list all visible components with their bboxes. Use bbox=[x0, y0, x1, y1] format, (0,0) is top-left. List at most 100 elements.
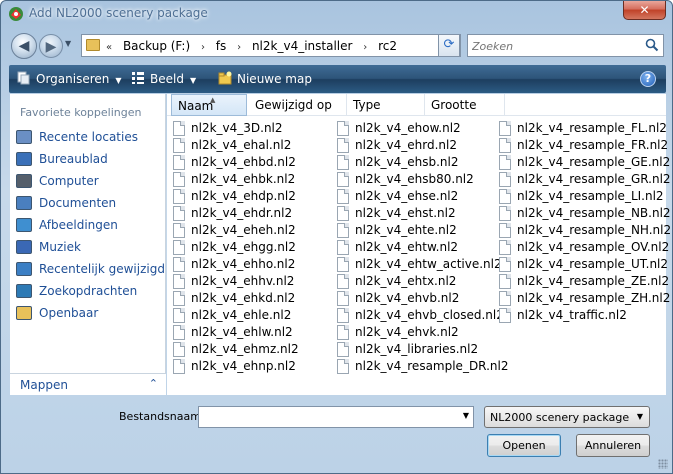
file-name: nl2k_v4_eheh.nl2 bbox=[191, 223, 296, 237]
nav-item[interactable]: Afbeeldingen bbox=[14, 216, 162, 235]
file-name: nl2k_v4_resample_FR.nl2 bbox=[517, 138, 669, 152]
nav-item-label: Bureaublad bbox=[39, 152, 108, 166]
address-bar[interactable]: « Backup (F:) › fs › nl2k_v4_installer ›… bbox=[81, 34, 461, 57]
file-icon bbox=[499, 206, 511, 221]
file-name: nl2k_v4_ehsb.nl2 bbox=[355, 155, 459, 169]
folders-toggle[interactable]: Mappen ⌃ bbox=[10, 373, 166, 395]
filename-label: Bestandsnaam: bbox=[119, 410, 205, 423]
file-icon bbox=[337, 291, 349, 306]
file-name: nl2k_v4_ehtw_active.nl2 bbox=[355, 257, 502, 271]
window-title: Add NL2000 scenery package bbox=[29, 6, 208, 20]
file-icon bbox=[337, 308, 349, 323]
file-name: nl2k_v4_ehvk.nl2 bbox=[355, 325, 459, 339]
file-icon bbox=[337, 189, 349, 204]
column-header-label: Naam bbox=[178, 99, 214, 113]
filename-dropdown-icon[interactable]: ▼ bbox=[463, 411, 469, 420]
file-icon bbox=[499, 274, 511, 289]
cancel-button[interactable]: Annuleren bbox=[576, 434, 650, 457]
music-icon bbox=[16, 240, 32, 254]
file-name: nl2k_v4_resample_DR.nl2 bbox=[355, 359, 509, 373]
search-box[interactable] bbox=[467, 34, 664, 57]
breadcrumb-item[interactable]: Backup (F:) bbox=[123, 39, 190, 53]
breadcrumb-separator[interactable]: › bbox=[201, 42, 205, 53]
search-icon[interactable] bbox=[645, 38, 659, 52]
nav-item[interactable]: Openbaar bbox=[14, 304, 162, 323]
file-icon bbox=[173, 342, 185, 357]
file-name: nl2k_v4_ehrd.nl2 bbox=[355, 138, 457, 152]
organize-label: Organiseren bbox=[36, 72, 110, 86]
breadcrumb-overflow[interactable]: « bbox=[106, 42, 112, 53]
new-folder-button[interactable]: Nieuwe map bbox=[218, 71, 312, 86]
column-header-modified[interactable]: Gewijzigd op bbox=[249, 94, 347, 116]
search-input[interactable] bbox=[472, 38, 642, 54]
file-dialog-window: Add NL2000 scenery package ✕ ◀ ▶ ▼ « Bac… bbox=[0, 0, 673, 474]
column-headers: ▲ Naam Gewijzigd op Type Grootte bbox=[167, 94, 666, 116]
title-bar[interactable]: Add NL2000 scenery package ✕ bbox=[1, 1, 672, 27]
file-name: nl2k_v4_3D.nl2 bbox=[191, 121, 283, 135]
breadcrumb-separator[interactable]: › bbox=[363, 42, 367, 53]
refresh-icon: ⟳ bbox=[443, 37, 455, 52]
file-name: nl2k_v4_ehvb_closed.nl2 bbox=[355, 308, 504, 322]
nav-item[interactable]: Computer bbox=[14, 172, 162, 191]
breadcrumb-item[interactable]: fs bbox=[216, 39, 226, 53]
recently-changed-icon bbox=[16, 262, 32, 276]
file-icon bbox=[337, 342, 349, 357]
nav-item-label: Afbeeldingen bbox=[39, 218, 118, 232]
file-name: nl2k_v4_ehvb.nl2 bbox=[355, 291, 460, 305]
app-icon bbox=[9, 7, 23, 21]
nav-item-label: Recente locaties bbox=[39, 130, 138, 144]
breadcrumb-separator[interactable]: › bbox=[237, 42, 241, 53]
file-icon bbox=[173, 155, 185, 170]
file-name: nl2k_v4_resample_OV.nl2 bbox=[517, 240, 670, 254]
folders-label: Mappen bbox=[20, 378, 68, 392]
file-icon bbox=[173, 274, 185, 289]
column-header-name[interactable]: ▲ Naam bbox=[171, 94, 247, 116]
nav-item[interactable]: Bureaublad bbox=[14, 150, 162, 169]
file-name: nl2k_v4_ehdr.nl2 bbox=[191, 206, 293, 220]
file-icon bbox=[499, 189, 511, 204]
view-menu[interactable]: Beeld ▼ bbox=[131, 71, 196, 86]
filename-field[interactable]: ▼ bbox=[198, 406, 474, 428]
nav-item[interactable]: Zoekopdrachten bbox=[14, 282, 162, 301]
file-name: nl2k_v4_resample_GE.nl2 bbox=[517, 155, 671, 169]
file-icon bbox=[173, 257, 185, 272]
file-list[interactable]: ▲ Naam Gewijzigd op Type Grootte nl2k_v4… bbox=[167, 94, 671, 395]
nav-item-label: Documenten bbox=[39, 196, 117, 210]
file-name: nl2k_v4_ehbk.nl2 bbox=[191, 172, 296, 186]
column-header-label: Grootte bbox=[431, 98, 477, 112]
file-icon bbox=[337, 121, 349, 136]
nav-item[interactable]: Recente locaties bbox=[14, 128, 162, 147]
nav-item-label: Openbaar bbox=[39, 306, 99, 320]
folder-icon bbox=[86, 39, 100, 51]
filename-input[interactable] bbox=[202, 410, 452, 424]
file-icon bbox=[173, 206, 185, 221]
nav-item[interactable]: Documenten bbox=[14, 194, 162, 213]
open-button[interactable]: Openen bbox=[487, 434, 561, 457]
column-header-type[interactable]: Type bbox=[347, 94, 425, 116]
help-icon[interactable]: ? bbox=[640, 71, 656, 87]
file-icon bbox=[499, 308, 511, 323]
resize-grip[interactable] bbox=[658, 459, 668, 469]
file-icon bbox=[173, 359, 185, 374]
favorite-links-heading: Favoriete koppelingen bbox=[20, 106, 142, 119]
recent-pages-dropdown-icon[interactable]: ▼ bbox=[65, 39, 71, 48]
refresh-button[interactable]: ⟳ bbox=[438, 34, 460, 57]
new-folder-icon bbox=[218, 71, 232, 85]
forward-button[interactable]: ▶ bbox=[39, 34, 63, 58]
nav-item[interactable]: Muziek bbox=[14, 238, 162, 257]
nav-item[interactable]: Recentelijk gewijzigd bbox=[14, 260, 165, 279]
organize-menu[interactable]: Organiseren ▼ bbox=[17, 71, 122, 86]
breadcrumb-item[interactable]: nl2k_v4_installer bbox=[252, 39, 353, 53]
nav-item-label: Muziek bbox=[39, 240, 81, 254]
column-header-size[interactable]: Grootte bbox=[425, 94, 505, 116]
back-button[interactable]: ◀ bbox=[11, 33, 37, 59]
file-name: nl2k_v4_ehsb80.nl2 bbox=[355, 172, 474, 186]
file-name: nl2k_v4_ehal.nl2 bbox=[191, 138, 292, 152]
file-name: nl2k_v4_ehow.nl2 bbox=[355, 121, 461, 135]
file-name: nl2k_v4_resample_NH.nl2 bbox=[517, 223, 672, 237]
file-name: nl2k_v4_ehnp.nl2 bbox=[191, 359, 296, 373]
view-label: Beeld bbox=[150, 72, 184, 86]
file-type-select[interactable]: NL2000 scenery package (*.n ▼ bbox=[484, 406, 650, 428]
breadcrumb-item[interactable]: rc2 bbox=[378, 39, 397, 53]
close-button[interactable]: ✕ bbox=[623, 1, 666, 20]
